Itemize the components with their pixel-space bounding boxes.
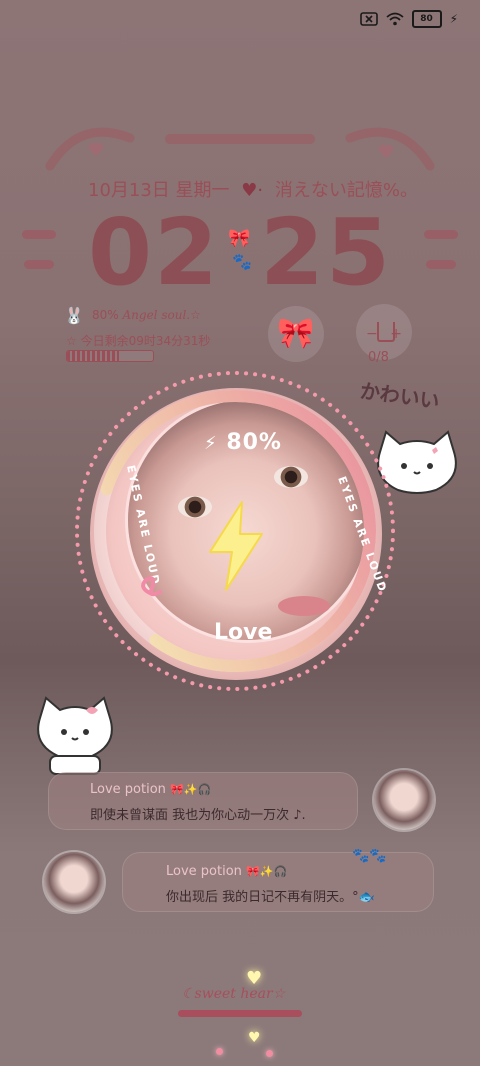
countdown: ☆ 今日剩余09时34分31秒 [66, 332, 210, 349]
heart-icon: ♥ [248, 1030, 261, 1046]
notification-body: 即使未曾谋面 我也为你心动一万次 ♪. [90, 808, 306, 823]
side-dash [24, 260, 54, 269]
no-sim-icon [359, 12, 378, 26]
side-dash [22, 230, 56, 239]
wifi-icon [385, 12, 404, 26]
avatar[interactable] [374, 770, 434, 830]
battery-indicator: 80 [411, 10, 442, 28]
plus-button[interactable]: + [390, 326, 402, 342]
sweet-text: ☾sweet hear☆ [182, 986, 286, 1002]
notification-title: Love potion 🎀✨🎧 [166, 864, 288, 879]
minus-button[interactable]: − [366, 326, 378, 342]
angel-star: .☆ [186, 308, 201, 322]
footer-bar[interactable] [178, 1010, 302, 1017]
star-icon: ☆ [66, 334, 77, 348]
notification-title: Love potion 🎀✨🎧 [90, 782, 212, 797]
paw-icon: 🐾 [232, 252, 252, 271]
water-count: 0/8 [368, 350, 389, 365]
notification-card[interactable]: Love potion 🎀✨🎧 即使未曾谋面 我也为你心动一万次 ♪. [48, 772, 358, 830]
charge-percent: ⚡ 80% [204, 430, 282, 455]
notification-body: 你出现后 我的日记不再有阴天。°🐟 [166, 890, 375, 905]
notification-card[interactable]: Love potion 🎀✨🎧 你出现后 我的日记不再有阴天。°🐟 [122, 852, 434, 912]
cat-doodle-icon [37, 696, 113, 775]
bow-icon: 🎀 [228, 228, 251, 249]
avatar[interactable] [44, 852, 104, 912]
paw-icon: 🐾🐾 [352, 848, 387, 864]
day-progress [66, 350, 154, 362]
ears-decoration [45, 127, 435, 171]
bow-icon: 🎀 [277, 316, 315, 351]
side-dash [426, 260, 456, 269]
angel-line: 80% Angel soul.☆ [92, 308, 201, 322]
status-bar: 80 ⚡ [359, 10, 458, 28]
clock-minutes: 25 [260, 199, 393, 306]
angel-percent: 80% [92, 308, 119, 322]
charge-percent-text: 80% [226, 430, 282, 455]
ring-label: Love [214, 620, 273, 645]
countdown-text: 今日剩余09时34分31秒 [80, 334, 211, 348]
bunny-icon: 🐰 [64, 306, 84, 325]
lightning-icon: ⚡ [449, 12, 458, 26]
dot [266, 1050, 273, 1057]
day-progress-fill [67, 351, 119, 361]
angel-script: Angel soul [122, 308, 187, 322]
lightning-icon: ⚡ [204, 433, 218, 454]
big-bolt-icon [209, 501, 263, 591]
bow-widget[interactable]: 🎀 [268, 306, 324, 362]
side-dash [424, 230, 458, 239]
arc-label-left: EYES ARE LOUD [124, 464, 162, 587]
clock-hours: 02 [88, 199, 221, 306]
dot [216, 1048, 223, 1055]
